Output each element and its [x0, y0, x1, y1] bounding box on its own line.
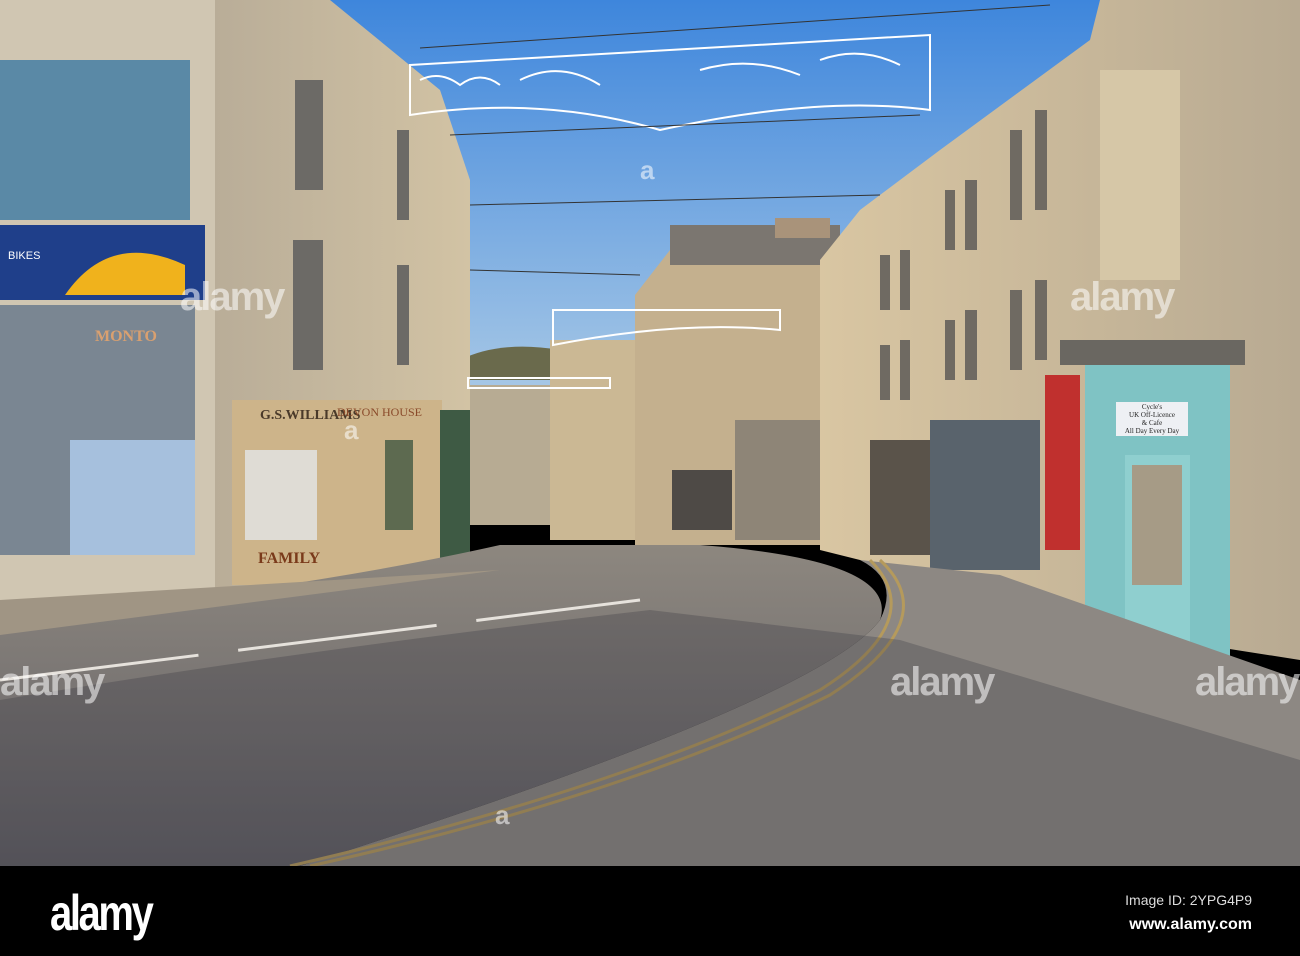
watermark: alamy — [890, 660, 995, 704]
bike-shop-sign: BIKES — [8, 250, 41, 262]
watermark: alamy — [1070, 275, 1175, 319]
cafe-sign-line: & Cafe — [1141, 419, 1163, 427]
cafe-sign-line: Cycle's — [1141, 403, 1163, 411]
street-scene — [0, 0, 1300, 866]
street-photo: BIKES MONTO G.S.WILLIAMS DEVON HOUSE FAM… — [0, 0, 1300, 866]
watermark-mark: a — [640, 155, 655, 185]
cafe-sign-line: All Day Every Day — [1124, 427, 1180, 435]
bike-shop-window-text: MONTO — [95, 328, 157, 345]
watermark: alamy — [0, 660, 105, 704]
image-id: Image ID: 2YPG4P9 — [1125, 892, 1252, 908]
alamy-logo: alamy — [50, 885, 154, 941]
cafe-sign: Cycle's UK Off-Licence & Cafe All Day Ev… — [1116, 402, 1188, 436]
site-url: www.alamy.com — [1129, 916, 1252, 933]
watermark: alamy — [1195, 660, 1300, 704]
watermark: alamy — [180, 275, 285, 319]
cafe-sign-line: UK Off-Licence — [1129, 411, 1175, 419]
family-sign: FAMILY — [258, 550, 321, 567]
watermark-mark: a — [495, 800, 510, 830]
upper-window — [0, 60, 190, 220]
footer-bar: alamy Image ID: 2YPG4P9 www.alamy.com — [0, 866, 1300, 956]
watermark-mark: a — [344, 415, 359, 445]
